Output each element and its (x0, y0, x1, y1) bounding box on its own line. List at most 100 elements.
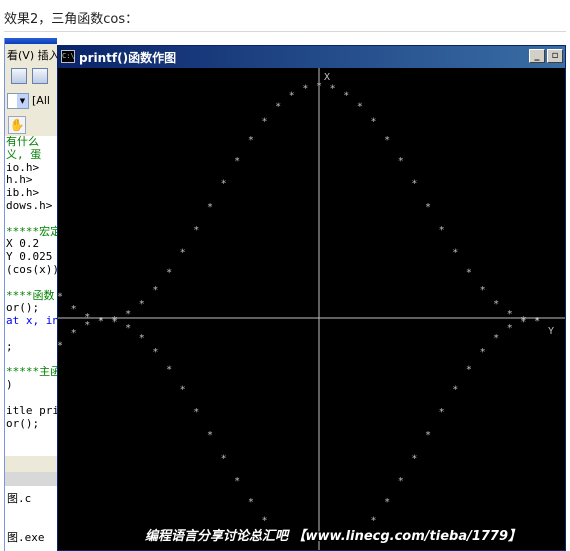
series-upper-points: ************************************ (58, 81, 540, 327)
code-line: itle pri (6, 403, 57, 417)
data-point: * (384, 497, 390, 508)
data-point: * (398, 156, 404, 167)
code-line: ; (6, 339, 13, 353)
code-editor[interactable]: 有什么 义, 蛋 io.h> h.h> ib.h> dows.h> *****宏定 X 0.… (5, 136, 57, 456)
data-point: * (221, 454, 227, 465)
data-point: * (425, 202, 431, 213)
cos-plot: X Y * * * * * * * * * * * * * * * * * * * * * * * * * * * * * * * * * * * *… (58, 68, 565, 550)
data-point: * (139, 299, 145, 310)
file-item[interactable]: 图.exe (7, 529, 45, 545)
data-point: * (58, 341, 63, 352)
ide-toolbar (5, 64, 57, 88)
data-point: * (466, 268, 472, 279)
ide-toolbar-secondary: ▼ [All (5, 90, 57, 112)
code-line: dows.h> (6, 198, 53, 212)
ide-window: 看(V) 插入 ▼ [All ✋ 有什么 义, 蛋 io.h> h.h> ib.h> do… (4, 38, 57, 551)
restore-button[interactable]: ▫ (547, 49, 563, 63)
copy-icon[interactable] (11, 68, 27, 84)
data-point: * (493, 333, 499, 344)
data-point: * (466, 364, 472, 375)
data-point: * (439, 225, 445, 236)
data-point: * (166, 268, 172, 279)
data-point: * (507, 309, 513, 320)
data-point: * (180, 385, 186, 396)
hand-icon[interactable]: ✋ (8, 116, 26, 134)
data-point: * (330, 83, 336, 94)
data-point: * (493, 299, 499, 310)
data-point: * (343, 90, 349, 101)
axis-label-x: X (324, 72, 330, 83)
data-point: * (534, 316, 540, 327)
ide-menubar[interactable]: 看(V) 插入 (5, 44, 57, 62)
data-point: * (261, 117, 267, 128)
console-icon[interactable]: C:\ (61, 50, 75, 63)
data-point: * (398, 476, 404, 487)
data-point: * (275, 102, 281, 113)
data-point: * (84, 320, 90, 331)
data-point: * (98, 316, 104, 327)
data-point: * (193, 407, 199, 418)
code-line: at x, in (6, 314, 57, 328)
series-lower-points: ******************************* (58, 316, 540, 541)
data-point: * (411, 179, 417, 190)
data-point: * (207, 202, 213, 213)
data-point: * (71, 328, 77, 339)
code-line: 有什么 (6, 136, 39, 148)
data-point: * (112, 317, 118, 328)
file-list: 图.c 图.exe (5, 472, 57, 551)
code-line: (cos(x)) (6, 262, 57, 276)
file-item[interactable]: 图.c (7, 490, 31, 506)
paste-icon[interactable] (32, 68, 48, 84)
config-dropdown[interactable]: ▼ (7, 93, 29, 109)
data-point: * (316, 81, 322, 92)
data-point: * (370, 117, 376, 128)
watermark: 编程语言分享讨论总汇吧 【www.linecg.com/tieba/1779】 (145, 529, 522, 544)
data-point: * (520, 317, 526, 328)
data-point: * (357, 102, 363, 113)
data-point: * (248, 135, 254, 146)
caption-divider (4, 31, 566, 32)
data-point: * (452, 247, 458, 258)
data-point: * (125, 323, 131, 334)
members-dropdown[interactable]: [All (32, 94, 50, 107)
data-point: * (439, 407, 445, 418)
data-point: * (248, 497, 254, 508)
data-point: * (152, 285, 158, 296)
data-point: * (234, 156, 240, 167)
data-point: * (289, 90, 295, 101)
page-caption: 效果2，三角函数cos： (4, 12, 139, 27)
code-line: 义, 蛋 (6, 147, 42, 161)
data-point: * (480, 285, 486, 296)
console-window[interactable]: C:\ printf()函数作图 _ ▫ X Y * * * * * * * * * * * * * * *… (57, 45, 566, 551)
data-point: * (125, 309, 131, 320)
data-point: * (207, 430, 213, 441)
window-title: printf()函数作图 (79, 51, 177, 65)
code-line: ) (6, 378, 13, 392)
data-point: * (152, 347, 158, 358)
data-point: * (480, 347, 486, 358)
console-titlebar[interactable]: C:\ printf()函数作图 _ ▫ (58, 46, 565, 68)
data-point: * (221, 179, 227, 190)
data-point: * (234, 476, 240, 487)
axis-label-y: Y (548, 326, 554, 337)
data-point: * (507, 323, 513, 334)
data-point: * (166, 364, 172, 375)
data-point: * (411, 454, 417, 465)
data-point: * (193, 225, 199, 236)
data-point: * (139, 333, 145, 344)
data-point: * (452, 385, 458, 396)
minimize-button[interactable]: _ (529, 49, 545, 63)
data-point: * (180, 247, 186, 258)
chevron-down-icon[interactable]: ▼ (17, 94, 28, 108)
data-point: * (384, 135, 390, 146)
code-line: or(); (6, 416, 40, 430)
data-point: * (58, 291, 63, 302)
data-point: * (425, 430, 431, 441)
data-point: * (71, 304, 77, 315)
code-line: *****主函 (6, 365, 57, 379)
data-point: * (302, 83, 308, 94)
